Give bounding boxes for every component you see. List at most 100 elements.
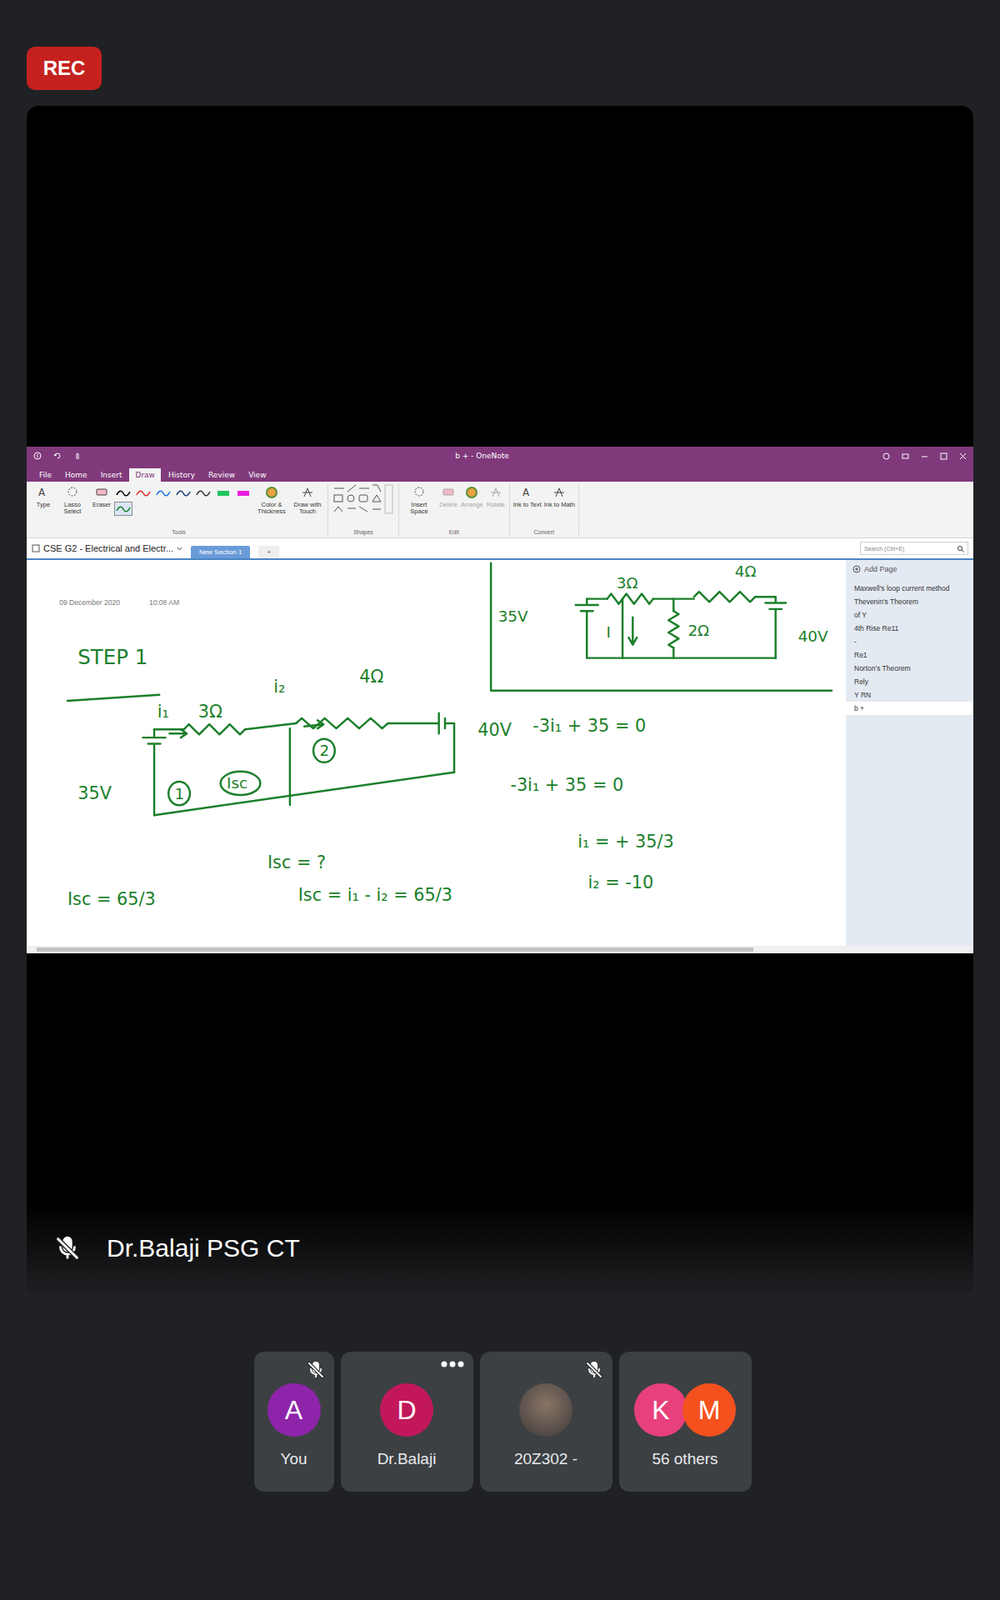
- ribbon-icon: [94, 485, 110, 500]
- menu-tab[interactable]: View: [242, 468, 272, 482]
- more-icon[interactable]: [440, 1360, 465, 1369]
- page-item[interactable]: Maxwell's loop current method: [845, 581, 974, 595]
- participant-avatar: D: [380, 1383, 434, 1437]
- window-controls: [882, 452, 967, 460]
- section-tab[interactable]: New Section 1: [190, 545, 251, 559]
- shapes-gallery-icon[interactable]: [331, 483, 395, 515]
- page-item[interactable]: Thevenin's Theorem: [845, 595, 974, 609]
- add-page-button[interactable]: Add Page: [845, 563, 974, 582]
- tools-group: ATypeLasso SelectEraser Color & Thickness…: [30, 483, 329, 537]
- participant-row: AYouDDr.Balaji 20Z302 - KM56 others: [0, 1351, 1000, 1492]
- pen-swatch[interactable]: [134, 485, 153, 500]
- page-item[interactable]: -: [845, 635, 974, 649]
- group-label: Edit: [402, 528, 506, 537]
- ribbon-button[interactable]: Color & Thickness: [255, 483, 289, 516]
- menu-tab[interactable]: Review: [202, 468, 241, 482]
- ribbon-icon: [300, 485, 315, 500]
- handwritten-note: i₁: [157, 701, 170, 722]
- pen-swatch[interactable]: [154, 485, 173, 500]
- meet-screen: REC b + - OneNote FileHomeInsertDrawHistor…: [0, 0, 1000, 1600]
- pen-swatch[interactable]: [114, 485, 133, 500]
- close-icon[interactable]: [959, 452, 967, 460]
- page-date: 09 December 2020: [59, 598, 120, 607]
- page-item[interactable]: 4th Rise Re11: [845, 621, 974, 635]
- title-bar: b + - OneNote: [26, 446, 974, 465]
- ribbon-button[interactable]: Rotate: [485, 483, 506, 509]
- maximize-icon[interactable]: [940, 452, 948, 460]
- participant-tile[interactable]: DDr.Balaji: [340, 1351, 474, 1492]
- handwritten-note: 2Ω: [687, 621, 710, 640]
- menu-tab[interactable]: History: [162, 468, 201, 482]
- section-tab[interactable]: +: [258, 545, 280, 559]
- ribbon-button[interactable]: Insert Space: [402, 483, 436, 516]
- page-canvas[interactable]: 09 December 202010:08 AMSTEP 1i₁3Ωi₂4Ω35…: [26, 560, 845, 946]
- svg-text:i₂: i₂: [273, 676, 285, 697]
- pen-swatch[interactable]: [194, 485, 213, 500]
- participant-tile[interactable]: 20Z302 -: [480, 1351, 613, 1492]
- ribbon-icon: [65, 485, 80, 500]
- ribbon-button[interactable]: AType: [33, 483, 54, 509]
- group-label: Shapes: [331, 528, 395, 537]
- recording-badge: REC: [26, 46, 102, 90]
- participant-avatar: M: [682, 1383, 736, 1437]
- handwritten-note: STEP 1: [77, 645, 148, 670]
- svg-text:i₁ = + 35/3: i₁ = + 35/3: [577, 831, 675, 852]
- ribbon-button[interactable]: Arrange: [460, 483, 484, 509]
- menu-tab[interactable]: Home: [59, 468, 94, 482]
- handwritten-note: 1: [168, 781, 190, 805]
- restore-icon[interactable]: [901, 452, 910, 460]
- search-icon: [956, 545, 965, 553]
- edit-group: Insert SpaceDeleteArrangeRotate Edit: [399, 483, 510, 537]
- svg-text:Isc = ?: Isc = ?: [267, 852, 326, 873]
- pen-swatch[interactable]: [174, 485, 193, 500]
- search-field[interactable]: Search (Ctrl+E): [860, 541, 969, 555]
- scroll-thumb[interactable]: [36, 947, 754, 952]
- participant-tile[interactable]: KM56 others: [619, 1351, 752, 1492]
- handwritten-note: -3i₁ + 35 = 0: [532, 715, 646, 736]
- handwritten-note: Isc = ?: [267, 852, 326, 873]
- circuit-drawing: [67, 563, 832, 815]
- help-icon[interactable]: [882, 452, 890, 460]
- pen-swatch[interactable]: [114, 501, 133, 516]
- handwritten-note: 3Ω: [616, 574, 639, 592]
- pen-swatch[interactable]: [234, 485, 253, 500]
- pen-icon: [135, 488, 151, 499]
- svg-text:i₂ = -10: i₂ = -10: [587, 872, 654, 893]
- ribbon-button[interactable]: Delete: [438, 483, 459, 509]
- touch-mode-icon[interactable]: [73, 451, 82, 460]
- group-label: Tools: [33, 528, 325, 537]
- menu-tab[interactable]: Draw: [129, 468, 161, 482]
- participant-name: 20Z302 -: [514, 1450, 578, 1469]
- page-item[interactable]: of Y: [845, 608, 974, 622]
- presentation-tile[interactable]: b + - OneNoteFileHomeInsertDrawHistoryRe…: [26, 105, 974, 1295]
- page-item[interactable]: b +: [845, 701, 974, 715]
- page-item[interactable]: Rely: [845, 675, 974, 689]
- tile-menu[interactable]: [440, 1360, 465, 1369]
- ribbon-button[interactable]: Eraser: [91, 483, 112, 509]
- svg-text:STEP 1: STEP 1: [77, 645, 148, 670]
- pen-icon: [175, 488, 191, 499]
- menu-tab[interactable]: Insert: [95, 468, 129, 482]
- ribbon-button[interactable]: Lasso Select: [55, 483, 90, 516]
- menu-tab[interactable]: File: [33, 468, 58, 482]
- horizontal-scrollbar[interactable]: [26, 945, 974, 954]
- ribbon-button[interactable]: Ink to Math: [544, 483, 575, 509]
- page-time: 10:08 AM: [149, 598, 180, 607]
- ribbon-button[interactable]: AInk to Text: [513, 483, 542, 509]
- page-item[interactable]: Re1: [845, 648, 974, 662]
- notebook-dropdown[interactable]: CSE G2 - Electrical and Electr...: [31, 543, 183, 554]
- handwritten-note: 2: [313, 739, 335, 763]
- page-item[interactable]: Y RN: [845, 688, 974, 702]
- minimize-icon[interactable]: [920, 452, 929, 460]
- back-icon[interactable]: [33, 451, 42, 460]
- page-item[interactable]: Norton's Theorem: [845, 661, 974, 675]
- ribbon-button[interactable]: Draw with Touch: [290, 483, 325, 516]
- participant-tile[interactable]: AYou: [254, 1351, 335, 1492]
- android-nav-bar: [0, 1518, 1000, 1600]
- svg-text:Isc = i₁ - i₂ = 65/3: Isc = i₁ - i₂ = 65/3: [298, 885, 453, 905]
- handwritten-note: Isc = i₁ - i₂ = 65/3: [298, 885, 453, 905]
- undo-icon[interactable]: [53, 451, 62, 460]
- tile-badge: [584, 1360, 605, 1380]
- pen-swatch[interactable]: [214, 485, 233, 500]
- svg-text:Isc = 65/3: Isc = 65/3: [67, 889, 156, 910]
